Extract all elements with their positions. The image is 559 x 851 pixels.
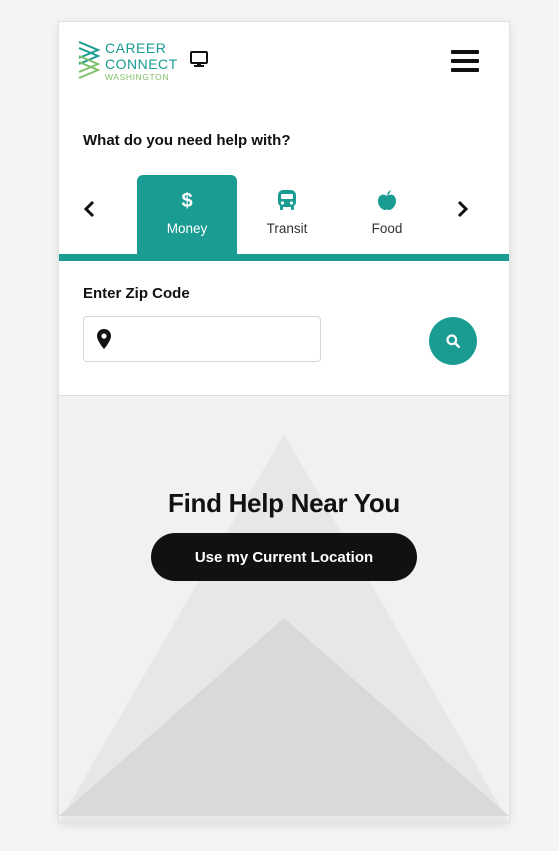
hamburger-menu-icon[interactable] bbox=[451, 50, 479, 72]
chevron-left-icon[interactable] bbox=[83, 200, 95, 218]
tab-food[interactable]: Food bbox=[337, 175, 437, 255]
logo-text-washington: WASHINGTON bbox=[105, 72, 170, 82]
find-help-heading: Find Help Near You bbox=[167, 488, 400, 518]
career-connect-logo[interactable]: CAREER CONNECT WASHINGTON bbox=[77, 40, 197, 88]
tab-money-label: Money bbox=[166, 221, 208, 236]
svg-text:$: $ bbox=[181, 190, 192, 211]
monitor-icon[interactable] bbox=[190, 51, 208, 68]
zip-code-input[interactable] bbox=[120, 325, 314, 355]
tab-transit[interactable]: Transit bbox=[237, 175, 337, 255]
help-question-heading: What do you need help with? bbox=[83, 132, 291, 149]
tab-underline-bar bbox=[59, 254, 509, 261]
tab-food-label: Food bbox=[371, 221, 403, 236]
zip-code-field[interactable] bbox=[83, 316, 321, 362]
hero-background-graphic bbox=[59, 434, 509, 822]
search-button[interactable] bbox=[429, 317, 477, 365]
help-category-panel: What do you need help with? $ Money Tran… bbox=[59, 102, 509, 257]
tab-money[interactable]: $ Money bbox=[137, 175, 237, 255]
chevron-right-icon[interactable] bbox=[457, 200, 469, 218]
logo-text-connect: CONNECT bbox=[105, 56, 178, 72]
zip-code-panel: Enter Zip Code bbox=[59, 261, 509, 396]
map-pin-icon bbox=[97, 329, 111, 349]
app-frame: CAREER CONNECT WASHINGTON What do you ne… bbox=[59, 22, 509, 822]
apple-icon bbox=[378, 190, 396, 210]
logo-text-career: CAREER bbox=[105, 40, 167, 56]
find-help-hero: Find Help Near You Use my Current Locati… bbox=[59, 396, 509, 822]
dollar-icon: $ bbox=[181, 190, 192, 211]
search-icon bbox=[446, 334, 460, 348]
tab-transit-label: Transit bbox=[266, 221, 308, 236]
zip-code-heading: Enter Zip Code bbox=[83, 285, 190, 302]
bus-icon bbox=[278, 190, 296, 210]
use-current-location-button[interactable]: Use my Current Location bbox=[151, 533, 417, 581]
site-header: CAREER CONNECT WASHINGTON bbox=[59, 22, 509, 103]
logo-chevrons-icon bbox=[78, 41, 101, 79]
